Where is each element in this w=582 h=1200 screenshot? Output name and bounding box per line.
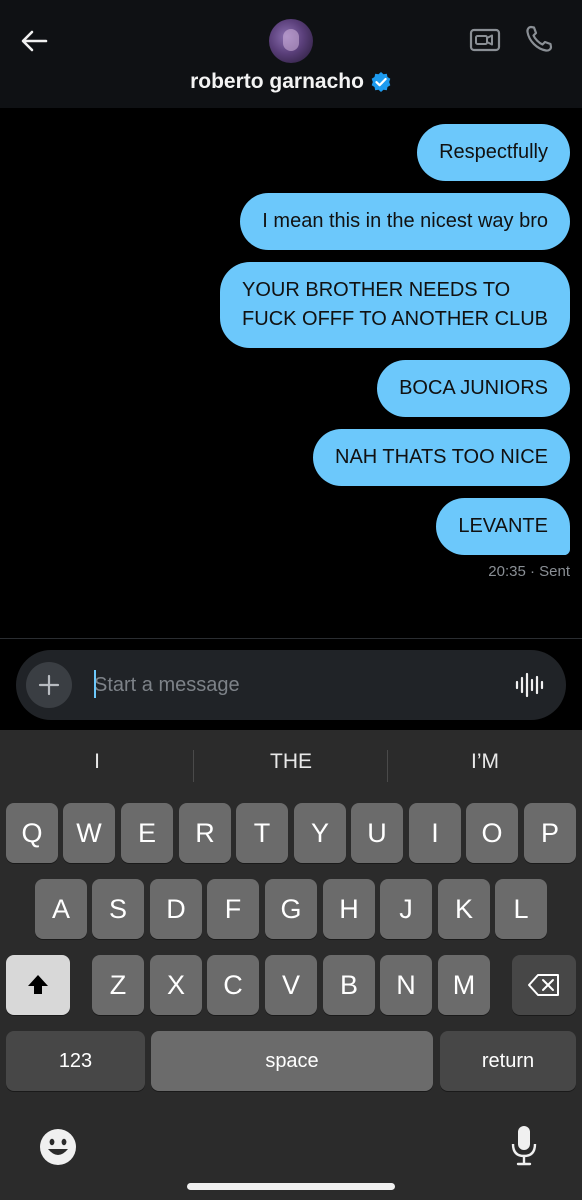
backspace-icon — [528, 974, 559, 996]
key-e[interactable]: E — [121, 803, 173, 863]
key-z[interactable]: Z — [92, 955, 144, 1015]
key-b[interactable]: B — [323, 955, 375, 1015]
divider — [0, 638, 582, 639]
avatar[interactable] — [269, 19, 313, 63]
key-y[interactable]: Y — [294, 803, 346, 863]
key-u[interactable]: U — [351, 803, 403, 863]
message-bubble[interactable]: I mean this in the nicest way bro — [240, 193, 570, 250]
back-arrow-icon — [21, 30, 48, 52]
key-t[interactable]: T — [236, 803, 288, 863]
microphone-icon[interactable] — [509, 1124, 539, 1168]
key-l[interactable]: L — [495, 879, 547, 939]
suggestion-item[interactable]: THE — [194, 750, 388, 774]
numbers-key[interactable]: 123 — [6, 1031, 145, 1091]
verified-badge-icon — [371, 72, 391, 92]
key-h[interactable]: H — [323, 879, 375, 939]
add-attachment-button[interactable] — [26, 662, 72, 708]
key-n[interactable]: N — [380, 955, 432, 1015]
back-button[interactable] — [18, 26, 50, 56]
conversation-header: roberto garnacho — [0, 0, 582, 108]
message-bubble[interactable]: YOUR BROTHER NEEDS TO FUCK OFFF TO ANOTH… — [220, 262, 570, 348]
phone-icon[interactable] — [524, 24, 554, 54]
plus-icon — [38, 674, 60, 696]
suggestion-item[interactable]: I — [0, 750, 194, 774]
autocomplete-suggestions: I THE I’M — [0, 730, 582, 800]
key-g[interactable]: G — [265, 879, 317, 939]
shift-key[interactable] — [6, 955, 70, 1015]
message-bubble[interactable]: BOCA JUNIORS — [377, 360, 570, 417]
return-key[interactable]: return — [440, 1031, 576, 1091]
key-s[interactable]: S — [92, 879, 144, 939]
message-bubble[interactable]: Respectfully — [417, 124, 570, 181]
key-w[interactable]: W — [63, 803, 115, 863]
key-q[interactable]: Q — [6, 803, 58, 863]
key-p[interactable]: P — [524, 803, 576, 863]
key-r[interactable]: R — [179, 803, 231, 863]
key-j[interactable]: J — [380, 879, 432, 939]
message-timestamp-status: 20:35 · Sent — [488, 563, 570, 580]
key-i[interactable]: I — [409, 803, 461, 863]
key-m[interactable]: M — [438, 955, 490, 1015]
space-key[interactable]: space — [151, 1031, 433, 1091]
title-row[interactable]: roberto garnacho — [0, 70, 582, 94]
message-composer — [16, 650, 566, 720]
delete-key[interactable] — [512, 955, 576, 1015]
message-input[interactable] — [94, 670, 484, 700]
contact-name: roberto garnacho — [190, 70, 364, 93]
home-indicator[interactable] — [187, 1183, 395, 1190]
message-bubble[interactable]: LEVANTE — [436, 498, 570, 555]
key-d[interactable]: D — [150, 879, 202, 939]
emoji-icon[interactable] — [38, 1127, 78, 1167]
key-v[interactable]: V — [265, 955, 317, 1015]
key-a[interactable]: A — [35, 879, 87, 939]
key-x[interactable]: X — [150, 955, 202, 1015]
message-list: Respectfully I mean this in the nicest w… — [0, 108, 582, 638]
message-bubble[interactable]: NAH THATS TOO NICE — [313, 429, 570, 486]
shift-icon — [28, 975, 48, 994]
video-call-icon[interactable] — [469, 26, 501, 54]
key-c[interactable]: C — [207, 955, 259, 1015]
suggestion-item[interactable]: I’M — [388, 750, 582, 774]
key-o[interactable]: O — [466, 803, 518, 863]
keyboard: I THE I’M Q W E R T Y U I O P A S D F G … — [0, 730, 582, 1200]
key-f[interactable]: F — [207, 879, 259, 939]
key-k[interactable]: K — [438, 879, 490, 939]
voice-waveform-icon[interactable] — [514, 672, 544, 698]
text-cursor — [94, 670, 96, 698]
